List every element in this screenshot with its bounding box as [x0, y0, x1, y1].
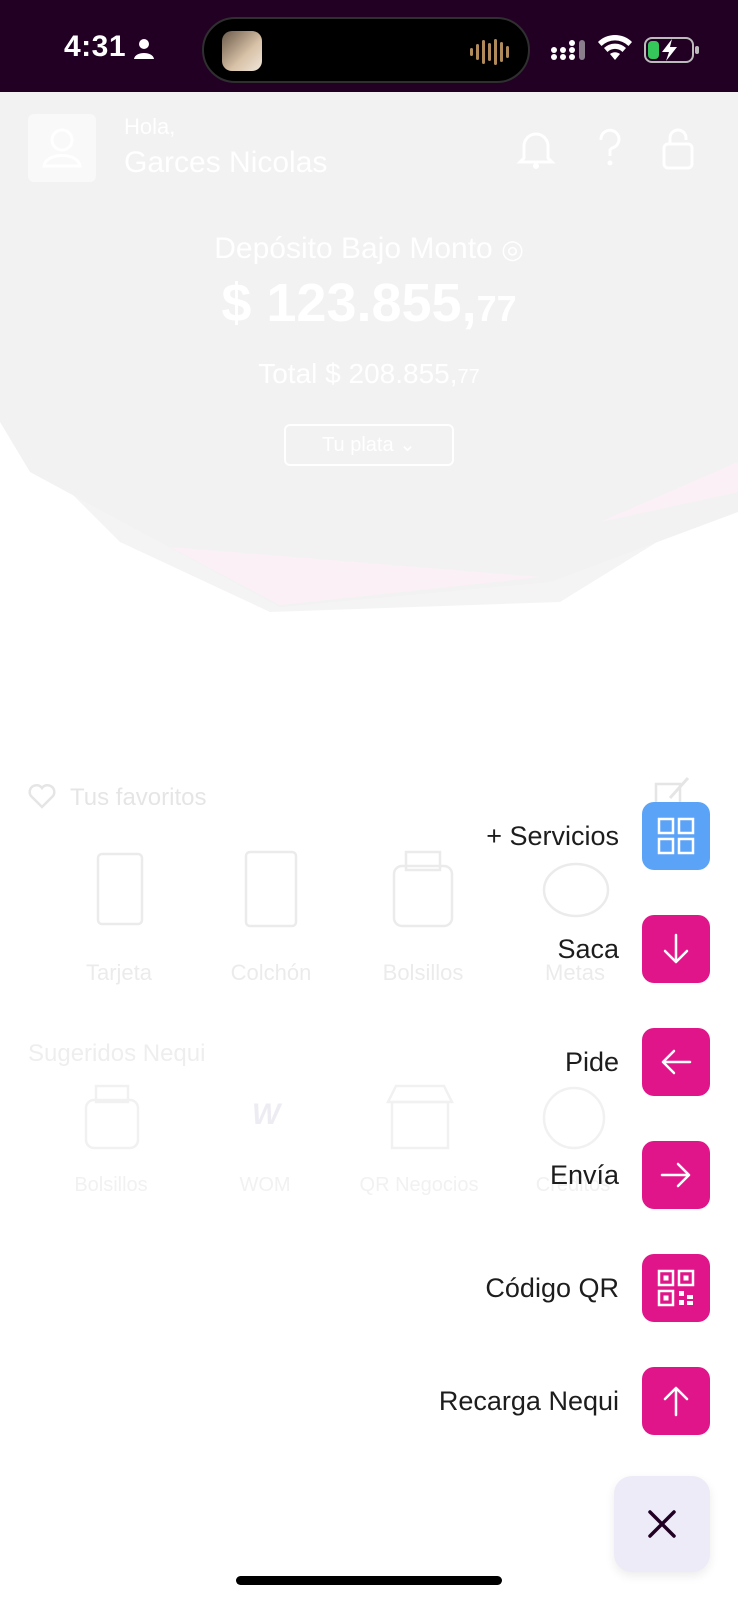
user-icon — [42, 128, 82, 168]
battery-charging-icon — [644, 37, 699, 63]
menu-item-servicios[interactable]: + Servicios — [486, 802, 710, 870]
close-icon — [648, 1510, 676, 1538]
tu-plata-label: Tu plata — [322, 434, 394, 456]
envia-button[interactable] — [642, 1141, 710, 1209]
deposit-amount-main: $ 123.855, — [221, 273, 477, 333]
menu-item-label: Recarga Nequi — [438, 1385, 619, 1416]
menu-item-envia[interactable]: Envía — [550, 1141, 710, 1209]
suggested-label: QR Negocios — [359, 1174, 479, 1196]
store-icon[interactable] — [380, 1082, 460, 1152]
deposit-amount: $ 123.855,77 — [0, 272, 738, 334]
pocket-icon[interactable] — [72, 1082, 152, 1152]
suggested-title: Sugeridos Nequi — [28, 1040, 206, 1067]
menu-item-saca[interactable]: Saca — [557, 915, 710, 983]
arrow-down-icon — [663, 933, 689, 964]
suggested-label: WOM — [239, 1174, 291, 1196]
servicios-button[interactable] — [642, 802, 710, 870]
pocket-icon[interactable] — [368, 844, 478, 944]
bell-icon[interactable] — [516, 126, 556, 170]
arrow-right-icon — [660, 1162, 691, 1188]
deposit-title: Depósito Bajo Monto ◎ — [0, 232, 738, 266]
favorite-label: Bolsillos — [382, 960, 464, 985]
menu-item-recarga-nequi[interactable]: Recarga Nequi — [439, 1367, 710, 1435]
menu-item-label: + Servicios — [486, 820, 619, 851]
menu-item-label: Código QR — [485, 1272, 619, 1303]
menu-item-label: Pide — [564, 1046, 619, 1077]
suggested-label: Bolsillos — [74, 1174, 148, 1196]
mattress-icon[interactable] — [216, 844, 326, 944]
codigo-qr-button[interactable] — [642, 1254, 710, 1322]
user-name: Garces Nicolas — [124, 146, 328, 179]
greeting-text: Hola, — [124, 114, 176, 139]
total-amount-main: Total $ 208.855, — [258, 358, 458, 389]
favorites-title: Tus favoritos — [70, 784, 207, 811]
tu-plata-dropdown[interactable]: Tu plata ⌄ — [284, 424, 454, 466]
pide-button[interactable] — [642, 1028, 710, 1096]
menu-item-label: Envía — [549, 1159, 619, 1190]
help-icon[interactable] — [590, 126, 630, 170]
menu-item-codigo-qr[interactable]: Código QR — [485, 1254, 710, 1322]
card-icon[interactable] — [64, 844, 174, 944]
recarga-nequi-button[interactable] — [642, 1367, 710, 1435]
status-time: 4:31 — [64, 30, 127, 63]
total-amount: Total $ 208.855,77 — [0, 358, 738, 390]
menu-item-label: Saca — [557, 933, 619, 964]
person-icon — [134, 39, 154, 59]
heart-icon — [28, 783, 56, 809]
audio-wave-icon — [470, 39, 509, 65]
deposit-amount-cents: 77 — [476, 288, 517, 329]
wom-logo-icon[interactable]: W — [226, 1082, 306, 1152]
arrow-left-icon — [661, 1049, 692, 1075]
chevron-down-icon: ⌄ — [399, 434, 416, 456]
close-menu-button[interactable] — [614, 1476, 710, 1572]
wifi-icon — [598, 34, 632, 60]
arrow-up-icon — [663, 1386, 689, 1417]
saca-button[interactable] — [642, 915, 710, 983]
lock-icon[interactable] — [658, 126, 698, 170]
grid-icon — [657, 817, 695, 855]
dynamic-island[interactable] — [202, 17, 530, 83]
total-amount-cents: 77 — [457, 366, 480, 388]
favorite-label: Colchón — [230, 960, 312, 985]
favorite-label: Tarjeta — [85, 960, 153, 985]
svg-text:W: W — [252, 1098, 283, 1131]
avatar[interactable] — [28, 114, 96, 182]
qr-code-icon — [657, 1269, 695, 1307]
cellular-signal-icon — [551, 40, 585, 60]
eye-off-icon[interactable]: ◎ — [501, 234, 524, 264]
menu-item-pide[interactable]: Pide — [565, 1028, 710, 1096]
home-indicator[interactable] — [236, 1576, 502, 1585]
status-bar: 4:31 — [0, 0, 738, 92]
now-playing-thumbnail — [222, 31, 262, 71]
deposit-label: Depósito Bajo Monto — [214, 232, 493, 265]
